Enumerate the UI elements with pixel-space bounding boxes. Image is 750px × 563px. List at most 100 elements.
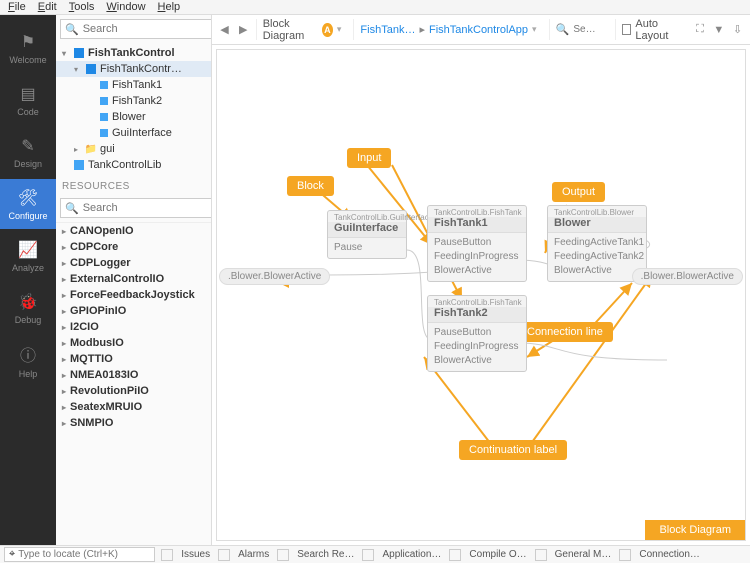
status-tab[interactable]: Compile O…: [463, 549, 532, 560]
annotation-input: Input: [347, 148, 391, 168]
tree-gui[interactable]: ▸gui: [56, 141, 211, 157]
expand-icon[interactable]: ⛶: [694, 22, 707, 38]
status-tab-handle[interactable]: [218, 549, 230, 561]
crumb-2[interactable]: FishTankControlApp: [429, 24, 528, 36]
resource-item[interactable]: ▸ForceFeedbackJoystick: [56, 287, 211, 303]
wrench-icon: 🛠: [18, 188, 38, 208]
activity-help[interactable]: ⓘHelp: [0, 335, 56, 385]
document-icon: ▤: [20, 84, 35, 104]
resource-item[interactable]: ▸ModbusIO: [56, 335, 211, 351]
status-tab-handle[interactable]: [535, 549, 547, 561]
tree-tank2[interactable]: FishTank2: [56, 93, 211, 109]
tree-tank1[interactable]: FishTank1: [56, 77, 211, 93]
checkbox-icon: [622, 24, 631, 35]
project-search[interactable]: 🔍: [60, 19, 212, 39]
chevron-down-icon: ▾: [532, 24, 537, 35]
activity-welcome[interactable]: ⚑Welcome: [0, 23, 56, 73]
resource-item[interactable]: ▸CDPLogger: [56, 255, 211, 271]
auto-layout-toggle[interactable]: Auto Layout: [615, 19, 687, 40]
download-icon[interactable]: ⇩: [731, 22, 744, 38]
mode-selector[interactable]: Block Diagram A ▾: [256, 19, 348, 40]
editor-area: ◀ ▶ Block Diagram A ▾ FishTank… ▸ FishTa…: [212, 15, 750, 545]
filter-icon[interactable]: ▼: [712, 22, 725, 38]
node-fishtank2[interactable]: TankControlLib.FishTank FishTank2 PauseB…: [427, 295, 527, 372]
debug-icon: 🐞: [18, 292, 38, 312]
node-blower[interactable]: TankControlLib.Blower Blower FeedingActi…: [547, 205, 647, 282]
tree-root[interactable]: ▾FishTankControl: [56, 45, 211, 61]
status-tab[interactable]: Issues: [175, 549, 216, 560]
activity-debug[interactable]: 🐞Debug: [0, 283, 56, 333]
status-bar: ⌖ Issues Alarms Search Re… Application… …: [0, 545, 750, 563]
activity-configure[interactable]: 🛠Configure: [0, 179, 56, 229]
search-icon: 🔍: [556, 23, 570, 36]
side-panel: 🔍 ▾FishTankControl ▾FishTankContr… FishT…: [56, 15, 212, 545]
menu-window[interactable]: Window: [106, 1, 145, 13]
chevron-right-icon: ▸: [419, 23, 425, 36]
toolbar-search-input[interactable]: [573, 24, 603, 35]
resource-item[interactable]: ▸GPIOPinIO: [56, 303, 211, 319]
node-gui-interface[interactable]: TankControlLib.GuiInterface GuiInterface…: [327, 210, 407, 259]
annotation-output: Output: [552, 182, 605, 202]
crumb-1[interactable]: FishTank…: [360, 24, 415, 36]
status-tab[interactable]: General M…: [549, 549, 618, 560]
activity-design[interactable]: ✎Design: [0, 127, 56, 177]
locate-box[interactable]: ⌖: [4, 547, 155, 562]
menu-tools[interactable]: Tools: [69, 1, 95, 13]
status-tab[interactable]: Alarms: [232, 549, 275, 560]
resource-item[interactable]: ▸NMEA0183IO: [56, 367, 211, 383]
resources-header: RESOURCES: [56, 175, 211, 194]
status-tab-handle[interactable]: [619, 549, 631, 561]
resource-item[interactable]: ▸RevolutionPiIO: [56, 383, 211, 399]
annotation-block: Block: [287, 176, 334, 196]
resource-item[interactable]: ▸CDPCore: [56, 239, 211, 255]
continuation-left[interactable]: .Blower.BlowerActive: [219, 268, 330, 285]
resource-item[interactable]: ▸MQTTIO: [56, 351, 211, 367]
status-tab-handle[interactable]: [449, 549, 461, 561]
status-tabs: Issues Alarms Search Re… Application… Co…: [161, 549, 706, 561]
tree-app[interactable]: ▾FishTankContr…: [56, 61, 211, 77]
design-icon: ✎: [21, 136, 34, 156]
nav-fwd-button[interactable]: ▶: [237, 22, 250, 38]
chevron-down-icon: ▾: [337, 24, 342, 35]
annotation-continuation: Continuation label: [459, 440, 567, 460]
locate-input[interactable]: [18, 549, 150, 560]
activity-bar: ⚑Welcome ▤Code ✎Design 🛠Configure 📈Analy…: [0, 15, 56, 545]
flag-icon: ⚑: [21, 32, 35, 52]
continuation-right[interactable]: .Blower.BlowerActive: [632, 268, 743, 285]
menubar: File Edit Tools Window Help: [0, 0, 750, 15]
badge-a-icon: A: [322, 23, 333, 37]
node-fishtank1[interactable]: TankControlLib.FishTank FishTank1 PauseB…: [427, 205, 527, 282]
status-tab[interactable]: Connection…: [633, 549, 706, 560]
status-tab-handle[interactable]: [362, 549, 374, 561]
locate-icon: ⌖: [9, 548, 15, 561]
chart-icon: 📈: [18, 240, 38, 260]
project-tree: ▾FishTankControl ▾FishTankContr… FishTan…: [56, 43, 211, 175]
tree-gui-interface[interactable]: GuiInterface: [56, 125, 211, 141]
breadcrumb: FishTank… ▸ FishTankControlApp ▾: [353, 19, 542, 40]
resources-search[interactable]: 🔍: [60, 198, 212, 218]
menu-help[interactable]: Help: [158, 1, 181, 13]
info-icon: ⓘ: [20, 342, 36, 366]
resource-item[interactable]: ▸CANOpenIO: [56, 223, 211, 239]
status-tab[interactable]: Search Re…: [291, 549, 360, 560]
resource-item[interactable]: ▸ExternalControlIO: [56, 271, 211, 287]
status-tab[interactable]: Application…: [376, 549, 447, 560]
menu-file[interactable]: File: [8, 1, 26, 13]
resources-list: ▸CANOpenIO ▸CDPCore ▸CDPLogger ▸External…: [56, 222, 211, 545]
resource-item[interactable]: ▸SeatexMRUIO: [56, 399, 211, 415]
tree-blower[interactable]: Blower: [56, 109, 211, 125]
activity-code[interactable]: ▤Code: [0, 75, 56, 125]
status-tab-handle[interactable]: [161, 549, 173, 561]
search-icon: 🔍: [65, 202, 79, 215]
tree-lib[interactable]: TankControlLib: [56, 157, 211, 173]
block-diagram-canvas[interactable]: Input Block Output Connection line Conti…: [216, 49, 746, 541]
resources-search-input[interactable]: [83, 202, 212, 214]
nav-back-button[interactable]: ◀: [218, 22, 231, 38]
resource-item[interactable]: ▸SNMPIO: [56, 415, 211, 431]
menu-edit[interactable]: Edit: [38, 1, 57, 13]
project-search-input[interactable]: [83, 23, 212, 35]
resource-item[interactable]: ▸I2CIO: [56, 319, 211, 335]
editor-toolbar: ◀ ▶ Block Diagram A ▾ FishTank… ▸ FishTa…: [212, 15, 750, 45]
activity-analyze[interactable]: 📈Analyze: [0, 231, 56, 281]
status-tab-handle[interactable]: [277, 549, 289, 561]
